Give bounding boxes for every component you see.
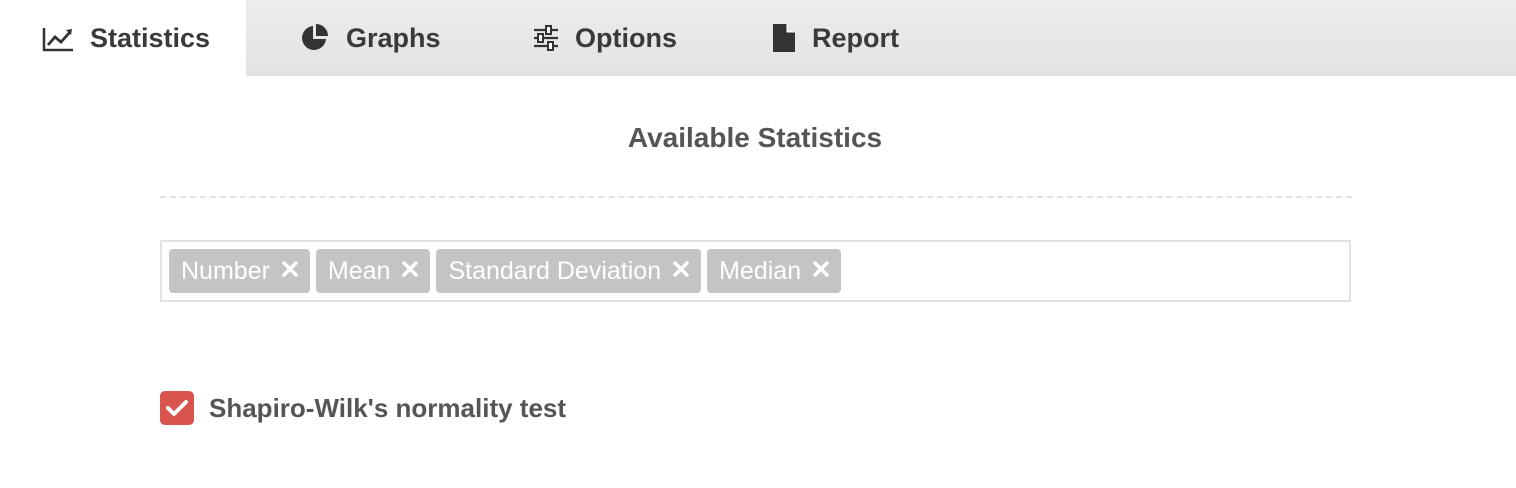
remove-tag-icon[interactable] (402, 261, 419, 277)
tag-mean: Mean (315, 249, 431, 293)
tab-statistics[interactable]: Statistics (0, 0, 246, 77)
statistics-tag-input[interactable]: Number Mean Standard Deviation Median (160, 240, 1351, 302)
tag-number: Number (169, 249, 310, 293)
normality-test-label[interactable]: Shapiro-Wilk's normality test (209, 393, 566, 424)
tab-label: Graphs (346, 22, 441, 53)
tab-graphs[interactable]: Graphs (300, 0, 441, 76)
checkmark-icon (166, 400, 188, 416)
tag-label: Median (719, 256, 802, 285)
remove-tag-icon[interactable] (282, 261, 298, 277)
file-icon (772, 23, 796, 53)
tab-label: Statistics (90, 23, 211, 53)
tab-report[interactable]: Report (772, 0, 899, 76)
tab-options[interactable]: Options (533, 0, 677, 76)
remove-tag-icon[interactable] (813, 261, 829, 277)
remove-tag-icon[interactable] (673, 261, 689, 277)
page-title: Available Statistics (627, 122, 883, 153)
normality-test-option: Shapiro-Wilk's normality test (160, 391, 566, 425)
tag-label: Number (181, 256, 270, 285)
tab-bar: Statistics Graphs Options Report (0, 0, 1516, 77)
tab-label: Options (575, 22, 677, 53)
tag-standard-deviation: Standard Deviation (436, 249, 702, 293)
tag-label: Mean (327, 256, 391, 285)
divider (160, 196, 1352, 198)
normality-test-checkbox[interactable] (160, 391, 194, 425)
line-chart-icon (42, 26, 74, 52)
tab-label: Report (812, 22, 899, 53)
tag-label: Standard Deviation (448, 256, 662, 285)
tag-median: Median (707, 249, 842, 293)
pie-chart-icon (300, 23, 330, 53)
sliders-icon (533, 25, 559, 51)
